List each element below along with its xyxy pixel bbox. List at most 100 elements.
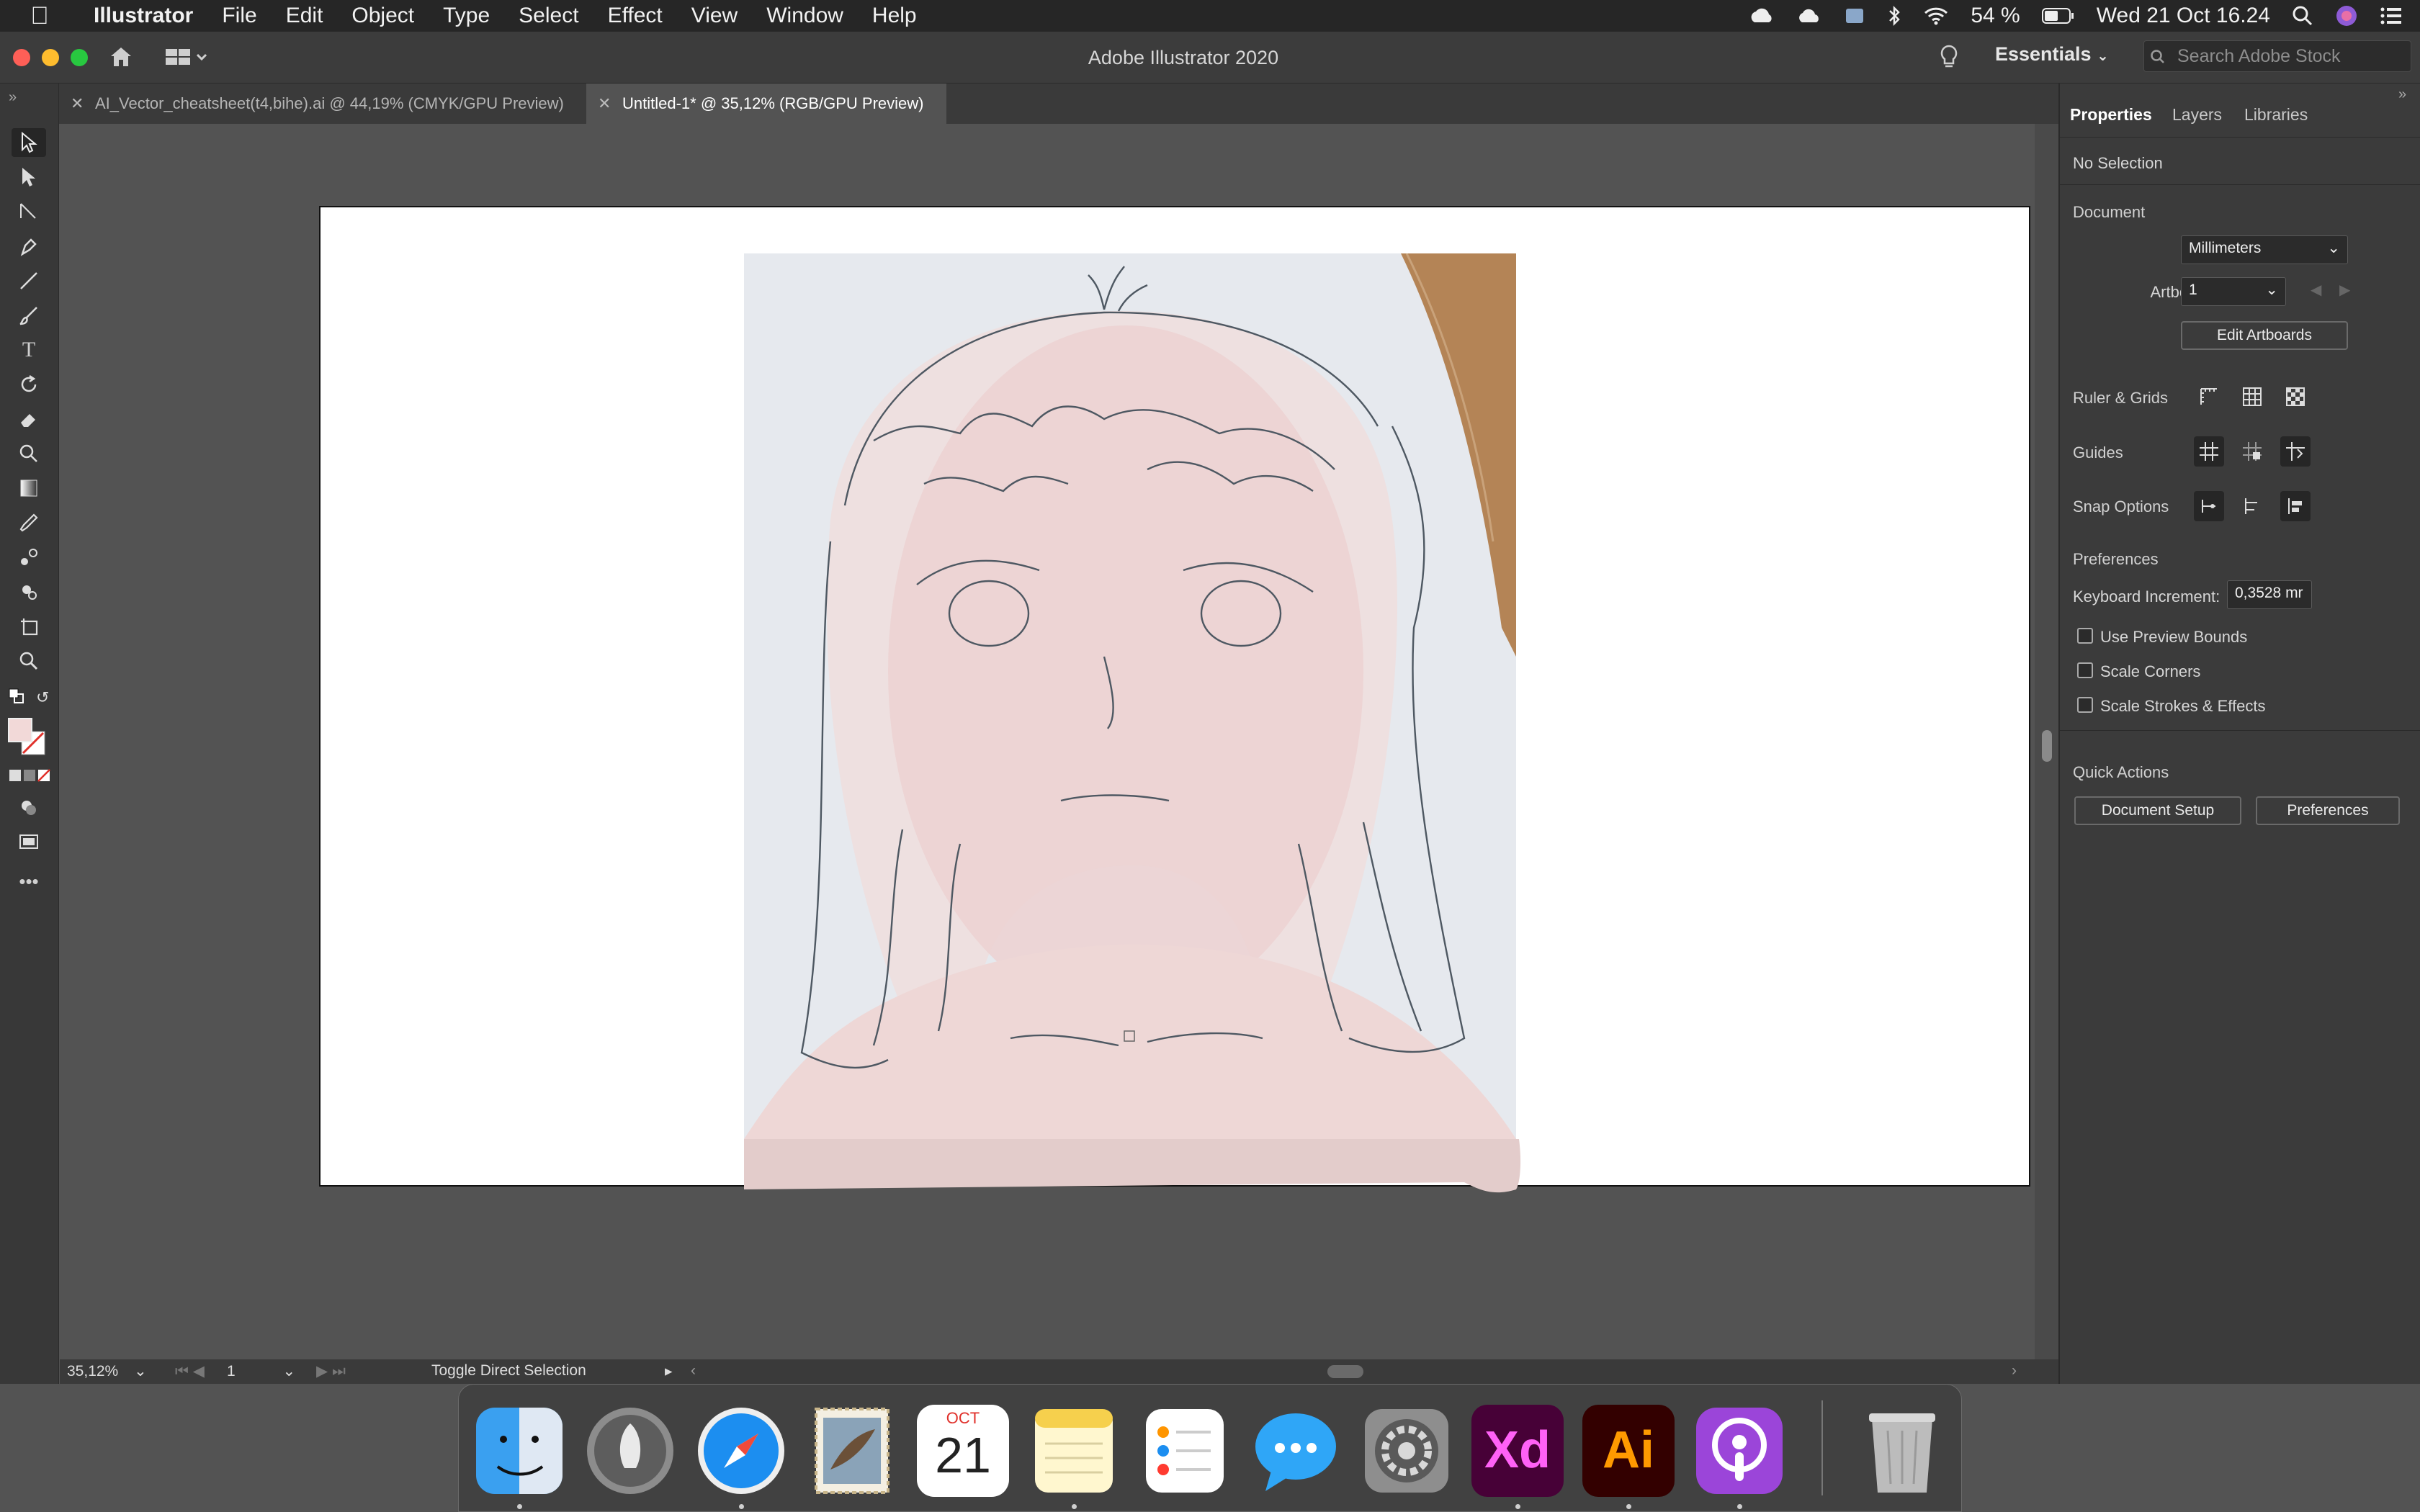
menu-help[interactable]: Help [858,4,931,28]
artboard-prev-icon[interactable]: ◀ [2311,281,2321,299]
smart-guides-icon[interactable] [2280,436,2311,467]
gradient-tool-icon[interactable] [12,474,46,503]
eraser-tool-icon[interactable] [12,405,46,433]
tab-ai-vector-cheatsheet[interactable]: ✕ AI_Vector_cheatsheet(t4,bihe).ai @ 44,… [59,84,585,124]
preferences-button[interactable]: Preferences [2256,796,2400,825]
adobe-illustrator-icon[interactable]: Ai [1582,1405,1675,1497]
status-menu-arrow-icon[interactable]: ▸ [665,1362,673,1380]
calendar-icon[interactable]: OCT 21 [917,1405,1009,1497]
artboard-dropdown[interactable]: 1 ⌄ [2181,277,2286,306]
snap-to-grid-icon[interactable] [2237,491,2267,521]
system-preferences-icon[interactable] [1361,1405,1453,1497]
menu-select[interactable]: Select [504,4,593,28]
shape-builder-tool-icon[interactable] [12,439,46,468]
tab-layers[interactable]: Layers [2172,105,2222,125]
blend-tool-icon[interactable] [12,543,46,572]
discover-lightbulb-icon[interactable] [1939,43,1959,72]
scroll-right-icon[interactable]: › [2012,1362,2017,1380]
adobe-stock-search-input[interactable]: Search Adobe Stock [2143,40,2411,72]
menubar-clock[interactable]: Wed 21 Oct 16.24 [2097,4,2270,28]
lock-guides-icon[interactable] [2237,436,2267,467]
notes-icon[interactable] [1028,1405,1120,1497]
bluetooth-icon[interactable] [1887,5,1901,27]
vertical-scrollbar[interactable] [2035,124,2058,1359]
reminders-icon[interactable] [1139,1405,1231,1497]
magic-wand-tool-icon[interactable] [12,197,46,226]
messages-icon[interactable] [1250,1405,1342,1497]
podcasts-icon[interactable] [1693,1405,1785,1497]
vertical-scroll-thumb[interactable] [2042,730,2052,762]
color-mode-icons[interactable] [9,768,50,787]
canvas-area[interactable] [60,124,2035,1359]
keyboard-increment-input[interactable]: 0,3528 mr [2227,580,2312,609]
icloud-icon[interactable] [1796,6,1822,25]
artboard-nav-next-last-icons[interactable]: ▶ ⏭ [316,1362,346,1380]
siri-icon[interactable] [2335,4,2358,27]
tab-properties[interactable]: Properties [2070,105,2152,125]
zoom-tool-icon[interactable] [12,647,46,675]
selection-tool-icon[interactable] [12,128,46,157]
drive-icon[interactable] [1844,6,1865,26]
rulers-icon[interactable] [2194,382,2224,412]
menu-file[interactable]: File [207,4,271,28]
zoom-level-field[interactable]: 35,12% ⌄ [67,1362,153,1380]
snap-to-pixel-icon[interactable] [2280,491,2311,521]
adobe-xd-icon[interactable]: Xd [1471,1405,1564,1497]
rotate-tool-icon[interactable] [12,370,46,399]
mail-icon[interactable] [806,1405,898,1497]
edit-toolbar-more-icon[interactable]: ••• [12,867,46,896]
type-tool-icon[interactable]: T [12,336,46,364]
trash-icon[interactable] [1856,1405,1948,1497]
tab-untitled-1[interactable]: ✕ Untitled-1* @ 35,12% (RGB/GPU Preview) [586,84,946,124]
show-guides-icon[interactable] [2194,436,2224,467]
artboard-next-icon[interactable]: ▶ [2339,281,2350,299]
artboard-number-field[interactable]: 1 ⌄ [227,1362,306,1380]
menu-edit[interactable]: Edit [272,4,338,28]
edit-artboards-button[interactable]: Edit Artboards [2181,321,2348,350]
scroll-left-icon[interactable]: ‹ [691,1362,696,1380]
artboard-nav-first-prev-icons[interactable]: ⏮ ◀ [175,1362,205,1380]
swap-fill-stroke-icon[interactable]: ↺ [36,688,49,707]
eyedropper-tool-icon[interactable] [12,508,46,537]
menu-view[interactable]: View [677,4,752,28]
scale-strokes-effects-checkbox[interactable] [2077,697,2093,713]
launchpad-icon[interactable] [584,1405,676,1497]
tab-libraries[interactable]: Libraries [2244,105,2308,125]
creative-cloud-icon[interactable] [1749,5,1775,27]
grid-icon[interactable] [2237,382,2267,412]
scale-corners-checkbox[interactable] [2077,662,2093,678]
snap-to-point-icon[interactable] [2194,491,2224,521]
menu-type[interactable]: Type [429,4,504,28]
menu-window[interactable]: Window [752,4,858,28]
safari-icon[interactable] [695,1405,787,1497]
use-preview-bounds-checkbox[interactable] [2077,628,2093,644]
finder-icon[interactable] [473,1405,565,1497]
screen-mode-icon[interactable] [12,828,46,857]
wifi-icon[interactable] [1923,6,1949,26]
menu-app-name[interactable]: Illustrator [79,4,207,28]
notification-center-icon[interactable] [2380,6,2403,25]
battery-icon[interactable] [2041,7,2075,24]
spotlight-search-icon[interactable] [2292,5,2313,27]
line-segment-tool-icon[interactable] [12,266,46,295]
symbol-sprayer-tool-icon[interactable] [12,577,46,606]
menu-object[interactable]: Object [337,4,429,28]
collapse-panel-icon[interactable]: » [9,89,17,106]
horizontal-scroll-thumb[interactable] [1327,1365,1363,1378]
drawing-mode-icon[interactable] [12,793,46,822]
close-tab-icon[interactable]: ✕ [71,84,84,124]
pen-tool-icon[interactable] [12,232,46,261]
default-fill-stroke-icon[interactable] [9,688,24,704]
apple-menu-icon[interactable]:  [0,2,79,30]
placed-sketch-image[interactable] [744,253,1522,1218]
document-setup-button[interactable]: Document Setup [2074,796,2241,825]
units-dropdown[interactable]: Millimeters ⌄ [2181,235,2348,264]
expand-panel-icon[interactable]: » [2398,86,2406,103]
paintbrush-tool-icon[interactable] [12,301,46,330]
artboard-tool-icon[interactable] [12,612,46,641]
direct-selection-tool-icon[interactable] [12,163,46,192]
workspace-switcher[interactable]: Essentials ⌄ [1995,43,2109,66]
transparency-grid-icon[interactable] [2280,382,2311,412]
fill-stroke-swatch[interactable] [7,717,48,757]
close-tab-icon[interactable]: ✕ [598,84,611,124]
